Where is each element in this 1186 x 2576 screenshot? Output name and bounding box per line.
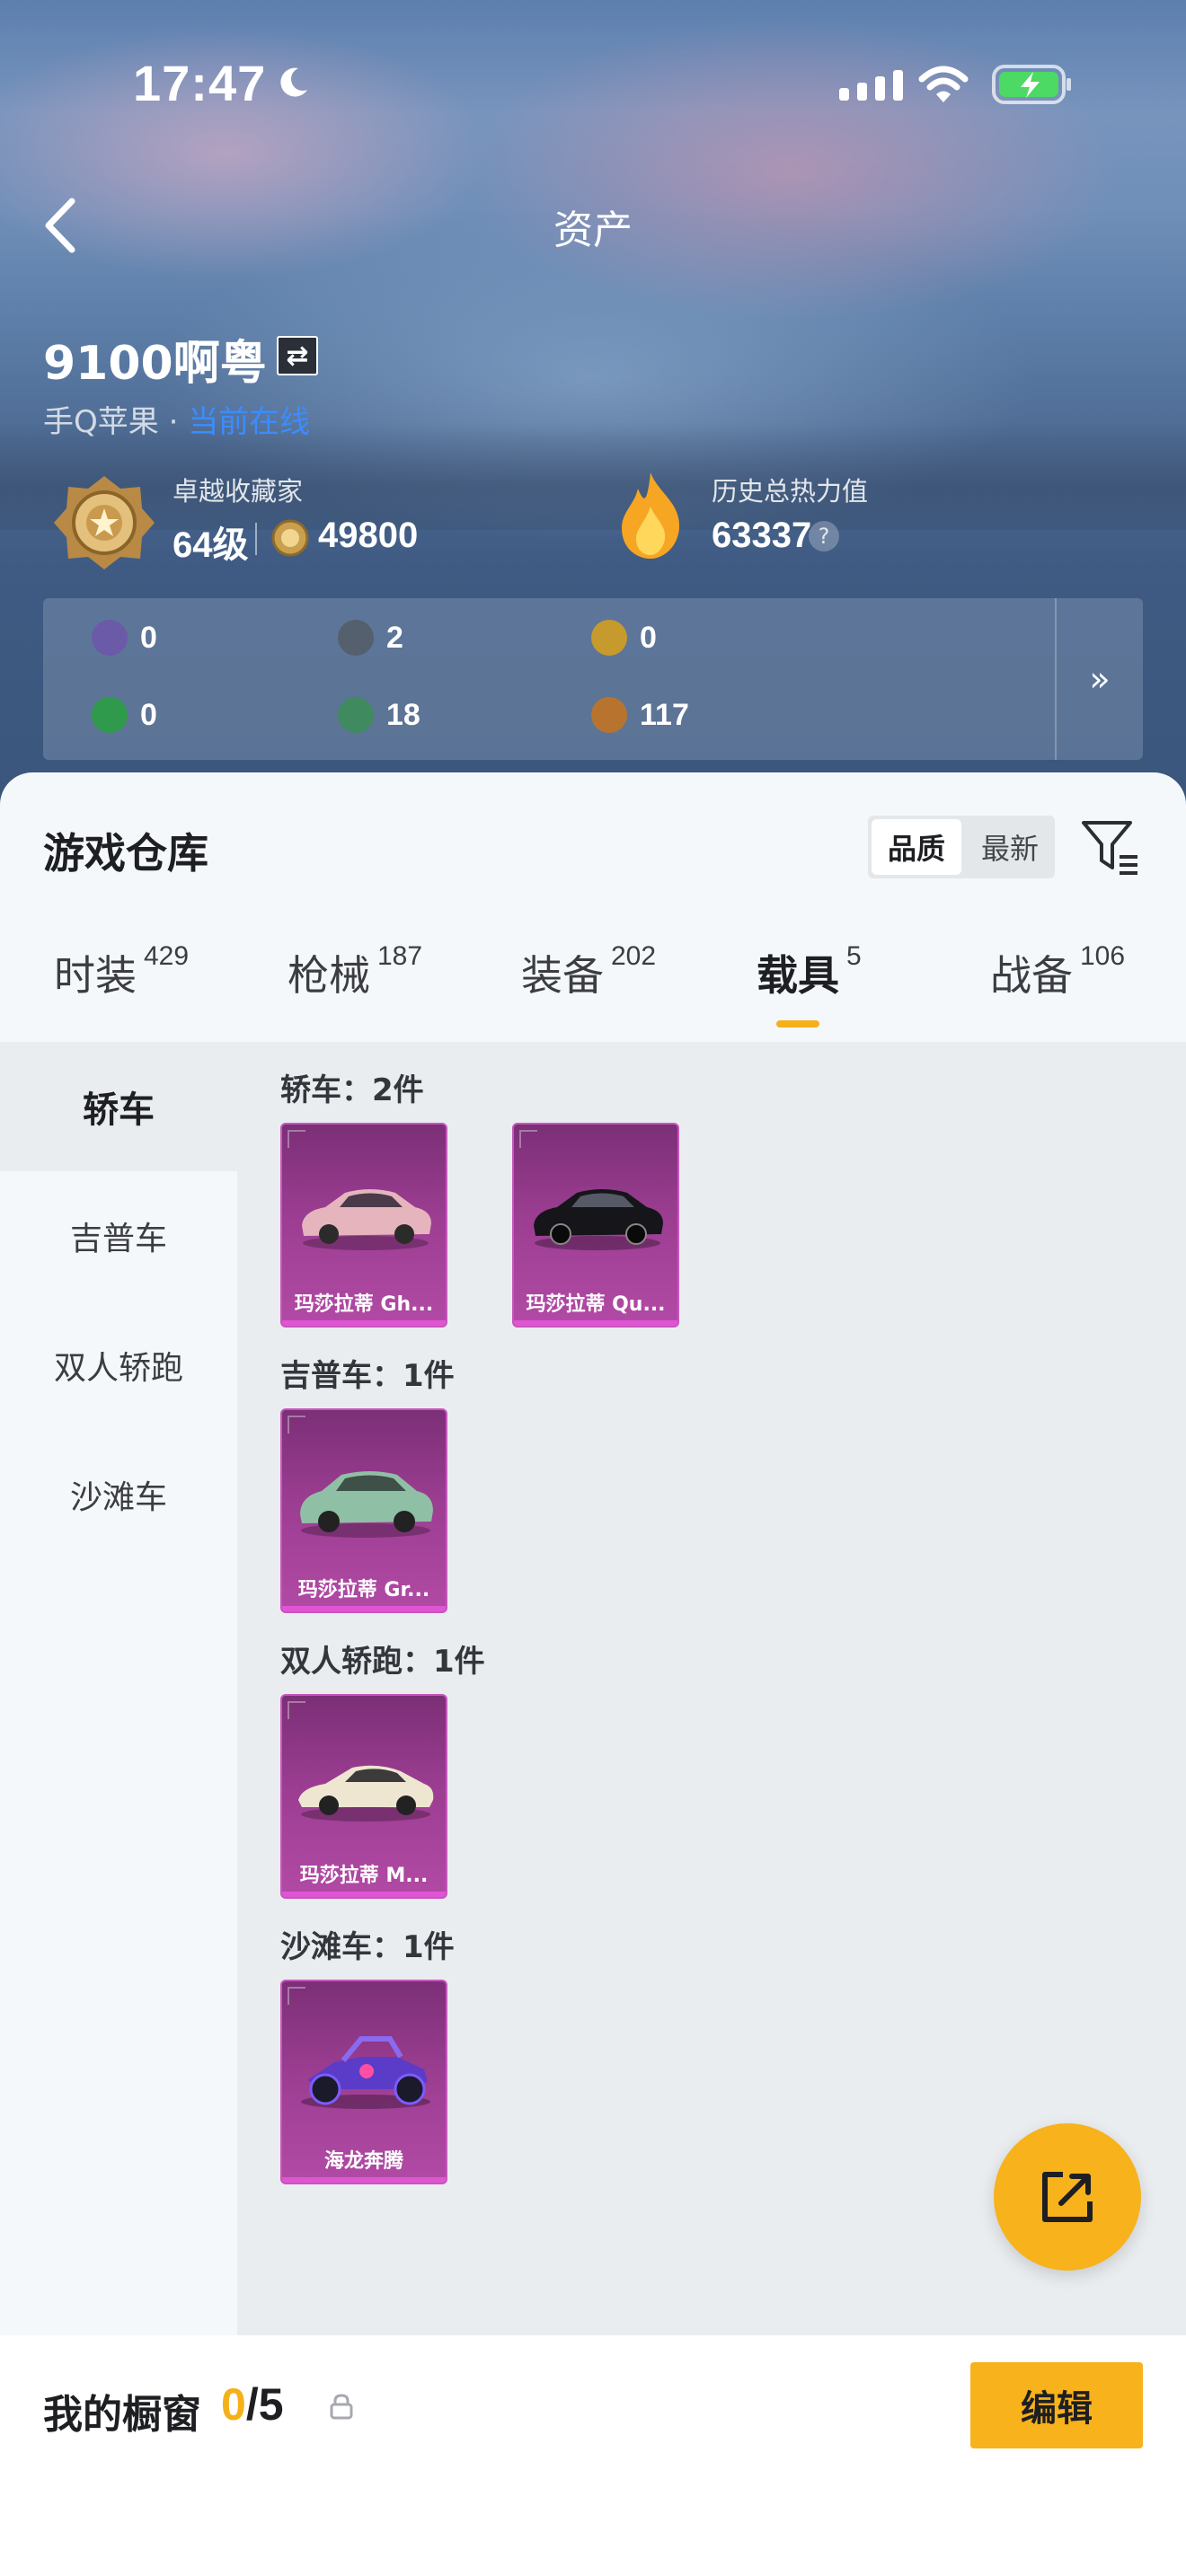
vehicle-type-sidebar: 轿车 吉普车 双人轿跑 沙滩车	[0, 1042, 237, 2335]
showcase-current: 0	[221, 2379, 246, 2430]
category-tabs: 时装 429 枪械 187 装备 202 载具 5 战备 106	[0, 941, 1186, 1042]
vehicle-name: 玛莎拉蒂 M...	[299, 1865, 429, 1887]
tab-vehicles[interactable]: 载具 5	[757, 941, 862, 1002]
resources-more-button[interactable]: »	[1055, 598, 1143, 760]
card-corner-decoration	[288, 1416, 305, 1434]
showcase-title: 我的橱窗	[43, 2392, 201, 2438]
bronze-orb-icon	[591, 697, 627, 733]
resource-item: 117	[591, 697, 689, 733]
gold-badge-icon	[591, 620, 627, 656]
vehicle-name: 玛莎拉蒂 Gr...	[297, 1579, 430, 1601]
resource-item: 0	[591, 620, 657, 656]
tab-equipment[interactable]: 装备 202	[521, 941, 656, 1002]
collector-medal-icon	[54, 476, 155, 569]
card-corner-decoration	[288, 1130, 305, 1148]
resource-panel: 0 2 0 0 18 117 »	[43, 598, 1143, 760]
sidebar-item-buggy[interactable]: 沙滩车	[0, 1430, 237, 1559]
user-name: 9100啊粤	[43, 337, 267, 391]
help-icon[interactable]: ?	[809, 521, 839, 551]
flame-icon	[622, 472, 680, 559]
card-icon	[92, 620, 128, 656]
edit-showcase-button[interactable]: 编辑	[970, 2362, 1143, 2448]
collection-coin-icon	[271, 519, 309, 557]
heat-value: 63337	[712, 516, 812, 555]
vehicle-card[interactable]: 玛莎拉蒂 Gh...	[280, 1123, 447, 1328]
active-tab-indicator	[776, 1020, 819, 1028]
black-sedan-icon	[534, 1189, 663, 1250]
sidebar-item-sedan[interactable]: 轿车	[0, 1042, 237, 1171]
group-title-buggy: 沙滩车：1件	[280, 1929, 455, 1965]
sort-by-quality[interactable]: 品质	[872, 819, 961, 875]
online-status: 当前在线	[188, 404, 311, 440]
resource-item: 0	[92, 620, 157, 656]
vehicle-card[interactable]: 玛莎拉蒂 Gr...	[280, 1408, 447, 1613]
card-corner-decoration	[519, 1130, 537, 1148]
collector-title: 卓越收藏家	[173, 476, 304, 507]
warehouse-title: 游戏仓库	[43, 829, 208, 878]
vehicle-name: 玛莎拉蒂 Gh...	[294, 1293, 434, 1316]
level-divider	[255, 523, 257, 555]
resource-item: 2	[338, 620, 403, 656]
sidebar-item-coupe[interactable]: 双人轿跑	[0, 1301, 237, 1430]
resource-item: 18	[338, 697, 420, 733]
vehicle-name: 玛莎拉蒂 Qu...	[526, 1293, 666, 1316]
green-card-icon	[92, 697, 128, 733]
tab-weapons[interactable]: 枪械 187	[288, 941, 422, 1002]
group-title-coupe: 双人轿跑：1件	[280, 1644, 485, 1680]
wifi-icon	[918, 66, 969, 102]
battery-charging-icon	[992, 65, 1071, 104]
showcase-count: 0/5	[221, 2378, 284, 2430]
tab-tactical[interactable]: 战备 106	[990, 941, 1125, 1002]
white-sports-car-icon	[298, 1765, 434, 1822]
status-time: 17:47	[133, 55, 267, 111]
switch-account-icon[interactable]: ⇄	[277, 336, 318, 375]
moon-icon	[280, 67, 307, 97]
lock-icon	[330, 2394, 353, 2420]
heat-label: 历史总热力值	[712, 476, 869, 507]
card-corner-decoration	[288, 1987, 305, 2005]
page-title: 资产	[553, 207, 633, 253]
beach-buggy-icon	[301, 2036, 430, 2109]
collector-level: 64级	[173, 525, 249, 565]
gear-coin-icon	[338, 620, 374, 656]
group-title-jeep: 吉普车：1件	[280, 1358, 455, 1394]
vehicle-card[interactable]: 玛莎拉蒂 M...	[280, 1694, 447, 1899]
green-orb-icon	[338, 697, 374, 733]
resource-item: 0	[92, 697, 157, 733]
filter-icon[interactable]	[1078, 816, 1141, 878]
cellular-signal-icon	[839, 70, 903, 101]
vehicle-card[interactable]: 海龙奔腾	[280, 1980, 447, 2184]
group-title-sedan: 轿车：2件	[280, 1072, 424, 1108]
sort-by-newest[interactable]: 最新	[965, 816, 1055, 878]
server-label: 手Q苹果 ·	[43, 404, 189, 440]
tab-fashion[interactable]: 时装 429	[54, 941, 189, 1002]
vehicle-card[interactable]: 玛莎拉蒂 Qu...	[512, 1123, 679, 1328]
share-button[interactable]	[994, 2123, 1141, 2271]
showcase-total: /5	[245, 2379, 284, 2430]
collection-points: 49800	[318, 516, 419, 555]
green-suv-icon	[300, 1471, 433, 1538]
sort-toggle: 品质 最新	[868, 816, 1055, 878]
sidebar-item-jeep[interactable]: 吉普车	[0, 1171, 237, 1301]
share-icon	[1042, 2172, 1093, 2222]
server-info: 手Q苹果 · 当前在线	[43, 397, 310, 441]
card-corner-decoration	[288, 1701, 305, 1719]
vehicle-name: 海龙奔腾	[323, 2150, 403, 2173]
pink-sedan-icon	[302, 1189, 431, 1250]
